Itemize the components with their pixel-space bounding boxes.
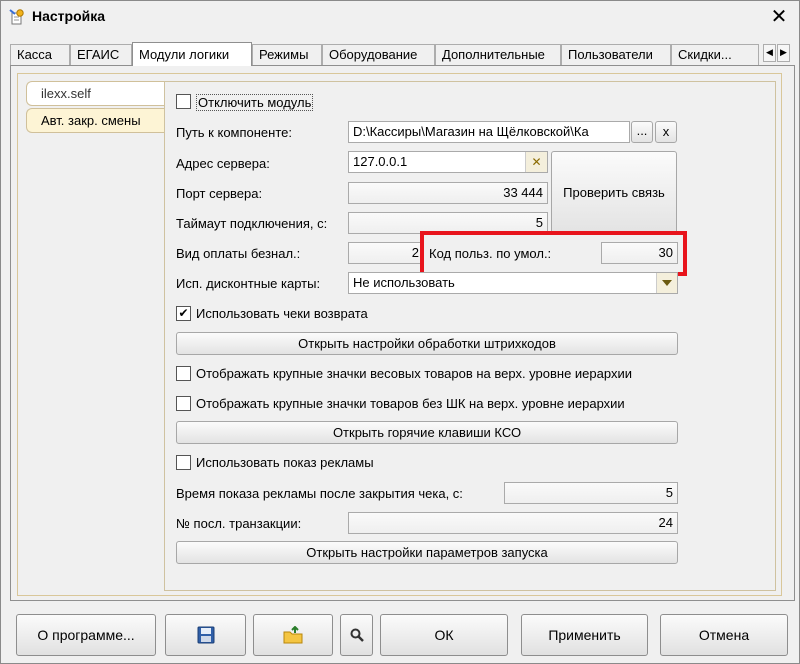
tab-modes[interactable]: Режимы [252, 44, 322, 65]
disable-module-checkbox[interactable] [176, 94, 191, 109]
server-port-field[interactable]: 33 444 [348, 182, 548, 204]
dropdown-button[interactable] [656, 273, 677, 293]
tab-strip: Касса ЕГАИС Модули логики Режимы Оборудо… [10, 42, 795, 66]
tab-scroll-left-icon[interactable]: ◀ [763, 44, 776, 62]
module-tab-ilexx-self[interactable]: ilexx.self [26, 81, 165, 106]
server-address-field[interactable]: 127.0.0.1 [348, 151, 548, 173]
tab-egais[interactable]: ЕГАИС [70, 44, 132, 65]
ok-button[interactable]: ОК [380, 614, 508, 656]
component-path-field[interactable]: D:\Кассиры\Магазин на Щёлковской\Ка [348, 121, 630, 143]
use-ads-label: Использовать показ рекламы [196, 455, 374, 470]
search-button[interactable] [340, 614, 373, 656]
ad-time-label: Время показа рекламы после закрытия чека… [176, 486, 463, 501]
save-button[interactable] [165, 614, 246, 656]
export-button[interactable] [253, 614, 333, 656]
use-return-checks-checkbox[interactable]: ✔ [176, 306, 191, 321]
large-icons-weight-checkbox[interactable] [176, 366, 191, 381]
server-address-label: Адрес сервера: [176, 156, 270, 171]
server-port-label: Порт сервера: [176, 186, 263, 201]
timeout-label: Таймаут подключения, с: [176, 216, 328, 231]
about-button[interactable]: О программе... [16, 614, 156, 656]
close-icon[interactable]: ✕ [767, 4, 791, 28]
ad-time-field[interactable]: 5 [504, 482, 678, 504]
chevron-down-icon [662, 280, 672, 286]
settings-window: Настройка ✕ Касса ЕГАИС Модули логики Ре… [0, 0, 800, 664]
component-path-label: Путь к компоненте: [176, 125, 292, 140]
tab-additional[interactable]: Дополнительные [435, 44, 561, 65]
module-tab-auto-close-shift[interactable]: Авт. закр. смены [26, 108, 165, 133]
large-icons-nobarcode-label: Отображать крупные значки товаров без ШК… [196, 396, 625, 411]
use-ads-checkbox[interactable] [176, 455, 191, 470]
tab-logic-modules[interactable]: Модули логики [132, 42, 252, 66]
tab-scroll-right-icon[interactable]: ▶ [777, 44, 790, 62]
open-barcode-settings-button[interactable]: Открыть настройки обработки штрихкодов [176, 332, 678, 355]
magnifier-icon [350, 628, 364, 642]
tab-equipment[interactable]: Оборудование [322, 44, 435, 65]
large-icons-weight-label: Отображать крупные значки весовых товаро… [196, 366, 632, 381]
open-launch-params-button[interactable]: Открыть настройки параметров запуска [176, 541, 678, 564]
open-hotkeys-button[interactable]: Открыть горячие клавиши КСО [176, 421, 678, 444]
clear-address-icon[interactable]: ✕ [525, 152, 547, 172]
cancel-button[interactable]: Отмена [660, 614, 788, 656]
settings-app-icon [9, 9, 24, 25]
folder-export-icon [283, 625, 303, 644]
tab-users[interactable]: Пользователи [561, 44, 671, 65]
discount-cards-select[interactable]: Не использовать [348, 272, 678, 294]
cashless-payment-label: Вид оплаты безнал.: [176, 246, 301, 261]
tab-kassa[interactable]: Касса [10, 44, 70, 65]
last-transaction-label: № посл. транзакции: [176, 516, 302, 531]
window-title: Настройка [32, 8, 106, 24]
tab-discounts[interactable]: Скидки... [671, 44, 759, 65]
title-bar: Настройка ✕ [1, 1, 799, 33]
clear-path-button[interactable]: x [655, 121, 677, 143]
use-return-checks-label: Использовать чеки возврата [196, 306, 368, 321]
check-connection-button[interactable]: Проверить связь [551, 151, 677, 234]
cashless-payment-field[interactable]: 2 [348, 242, 424, 264]
discount-cards-label: Исп. дисконтные карты: [176, 276, 321, 291]
large-icons-nobarcode-checkbox[interactable] [176, 396, 191, 411]
disable-module-label: Отключить модуль [196, 94, 314, 111]
apply-button[interactable]: Применить [521, 614, 648, 656]
floppy-disk-icon [197, 626, 214, 644]
last-transaction-field[interactable]: 24 [348, 512, 678, 534]
browse-button[interactable]: ... [631, 121, 653, 143]
highlight-box [420, 231, 687, 276]
